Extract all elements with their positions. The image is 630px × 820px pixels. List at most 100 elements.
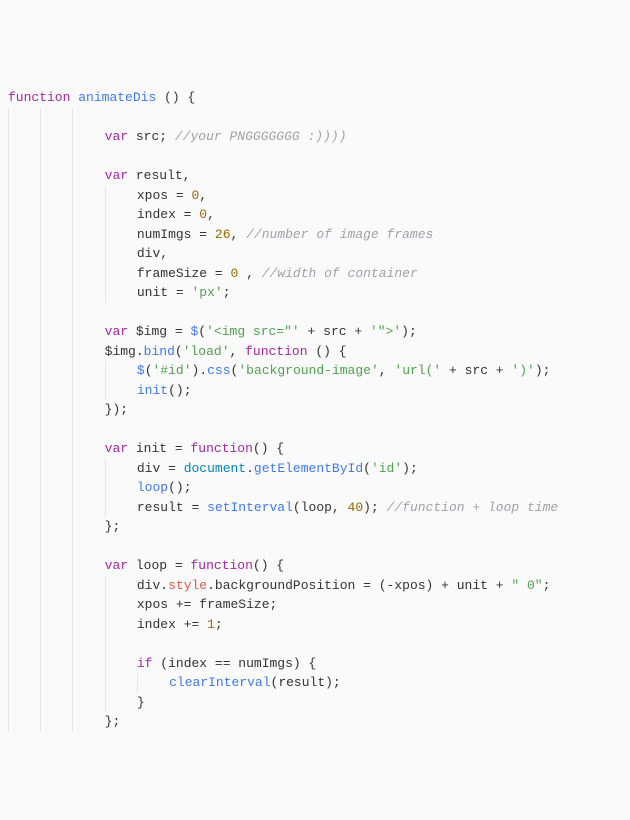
punct: (loop, [293, 500, 348, 515]
identifier: xpos = [137, 188, 192, 203]
line: index = 0, [8, 207, 215, 222]
line: div.style.backgroundPosition = (-xpos) +… [8, 578, 550, 593]
keyword-var: var [105, 324, 128, 339]
line: } [8, 695, 145, 710]
keyword-var: var [105, 441, 128, 456]
function-call: setInterval [207, 500, 293, 515]
punct: , [379, 363, 395, 378]
punct: ). [192, 363, 208, 378]
identifier: index = [137, 207, 199, 222]
punct: ); [535, 363, 551, 378]
string: 'url(' [394, 363, 441, 378]
keyword-if: if [137, 656, 153, 671]
blank-line [8, 110, 105, 125]
comment: //function + loop time [387, 500, 559, 515]
punct: (result); [271, 675, 341, 690]
punct: }); [105, 402, 128, 417]
line: $('#id').css('background-image', 'url(' … [8, 363, 550, 378]
line: var src; //your PNGGGGGGG :)))) [8, 129, 347, 144]
function-call: getElementById [254, 461, 363, 476]
string: " 0" [511, 578, 542, 593]
code-block: function animateDis () { var src; //your… [0, 78, 630, 742]
punct: }; [105, 519, 121, 534]
punct: (); [168, 480, 191, 495]
line: numImgs = 26, //number of image frames [8, 227, 433, 242]
punct: (); [168, 383, 191, 398]
number: 40 [348, 500, 364, 515]
identifier: div. [137, 578, 168, 593]
punct: ( [175, 344, 183, 359]
punct: }; [105, 714, 121, 729]
comment: //width of container [262, 266, 418, 281]
string: ')' [511, 363, 534, 378]
number: 1 [207, 617, 215, 632]
line: unit = 'px'; [8, 285, 231, 300]
line: }; [8, 714, 120, 729]
punct: ( [198, 324, 206, 339]
punct: . [246, 461, 254, 476]
identifier: frameSize = [137, 266, 231, 281]
property: style [168, 578, 207, 593]
identifier: xpos += frameSize; [137, 597, 277, 612]
punct: ( [363, 461, 371, 476]
comment: //number of image frames [246, 227, 433, 242]
line: }; [8, 519, 120, 534]
string: '#id' [153, 363, 192, 378]
blank-line [8, 305, 105, 320]
identifier: numImgs = [137, 227, 215, 242]
identifier: init = [128, 441, 190, 456]
comment: //your PNGGGGGGG :)))) [175, 129, 347, 144]
string: 'id' [371, 461, 402, 476]
line: result = setInterval(loop, 40); //functi… [8, 500, 558, 515]
number: 0 [199, 207, 207, 222]
line: index += 1; [8, 617, 223, 632]
identifier: index += [137, 617, 207, 632]
function-call: init [137, 383, 168, 398]
punct: ); [401, 324, 417, 339]
line: xpos = 0, [8, 188, 207, 203]
identifier: loop = [128, 558, 190, 573]
punct: , [207, 207, 215, 222]
keyword-function: function [245, 344, 307, 359]
line: loop(); [8, 480, 192, 495]
keyword-var: var [105, 558, 128, 573]
line: var loop = function() { [8, 558, 284, 573]
line: xpos += frameSize; [8, 597, 277, 612]
string: 'px' [191, 285, 222, 300]
string: '">' [370, 324, 401, 339]
punct: (index == numImgs) { [152, 656, 316, 671]
line: var $img = $('<img src="' + src + '">'); [8, 324, 417, 339]
document-obj: document [184, 461, 246, 476]
line: init(); [8, 383, 192, 398]
line: if (index == numImgs) { [8, 656, 316, 671]
line: div, [8, 246, 168, 261]
punct: () { [253, 441, 284, 456]
punct: , [199, 188, 207, 203]
line: frameSize = 0 , //width of container [8, 266, 418, 281]
function-name: animateDis [78, 90, 156, 105]
keyword-var: var [105, 129, 128, 144]
function-call: bind [144, 344, 175, 359]
keyword-var: var [105, 168, 128, 183]
punct: , [231, 227, 247, 242]
identifier: div, [137, 246, 168, 261]
line: var init = function() { [8, 441, 284, 456]
identifier: $img = [128, 324, 190, 339]
string: '<img src="' [206, 324, 300, 339]
operator: + src + [441, 363, 511, 378]
punct: ; [215, 617, 223, 632]
punct: ); [363, 500, 386, 515]
string: 'background-image' [238, 363, 378, 378]
blank-line [8, 636, 137, 651]
function-call: $ [137, 363, 145, 378]
number: 26 [215, 227, 231, 242]
keyword-function: function [190, 558, 252, 573]
identifier: div = [137, 461, 184, 476]
function-call: loop [137, 480, 168, 495]
function-call: css [207, 363, 230, 378]
punct: () { [253, 558, 284, 573]
identifier: result, [128, 168, 190, 183]
function-call: clearInterval [169, 675, 270, 690]
punct: ; [543, 578, 551, 593]
punct: ); [402, 461, 418, 476]
